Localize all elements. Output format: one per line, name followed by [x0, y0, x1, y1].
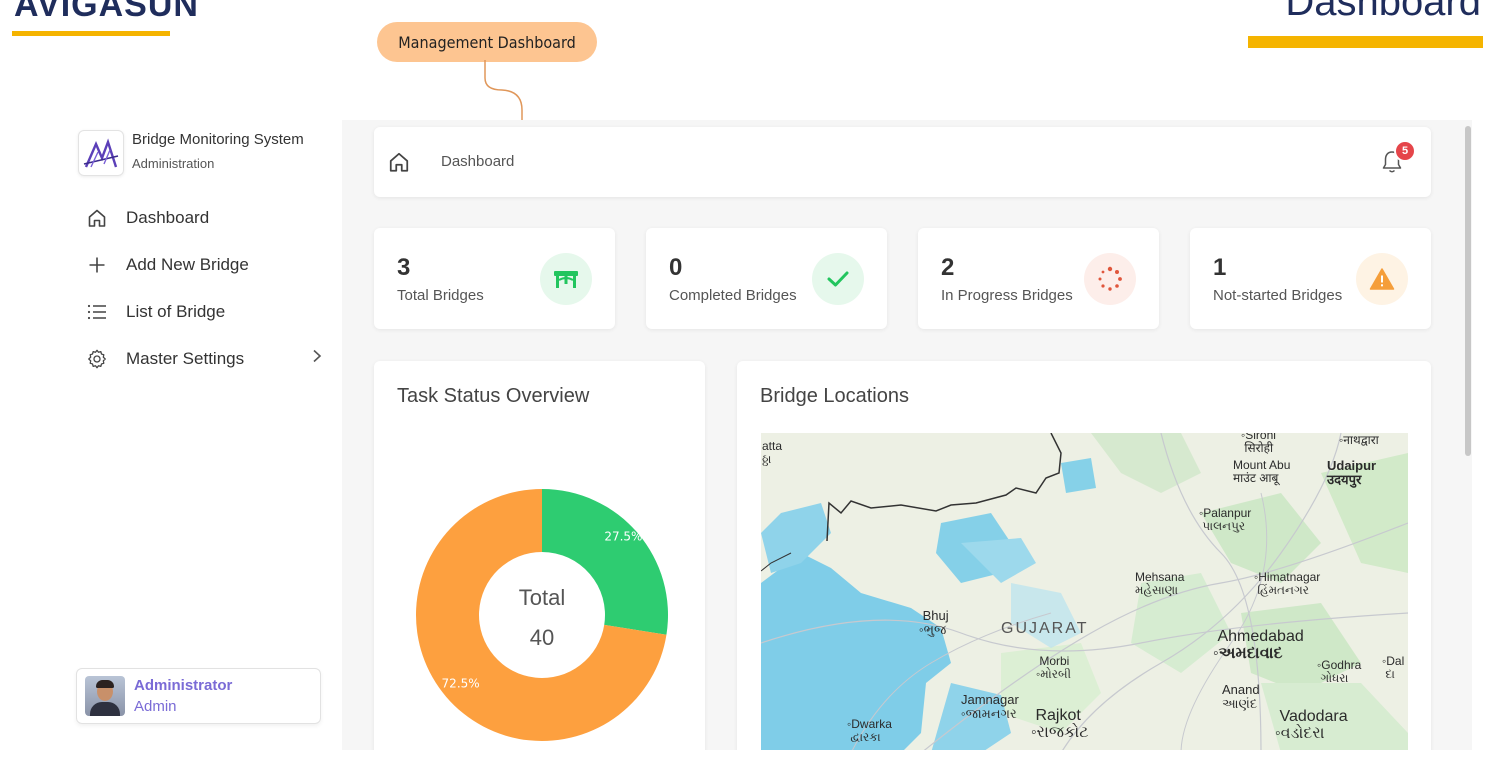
donut-slice-completed[interactable] — [542, 489, 668, 635]
stat-card-in-progress-bridges[interactable]: 2 In Progress Bridges — [918, 228, 1159, 329]
stat-label: Not-started Bridges — [1213, 287, 1343, 304]
plus-icon — [86, 254, 108, 276]
map-place-local: મહેસાણા — [1135, 582, 1179, 597]
map-place-local: ભુજ — [923, 621, 947, 637]
stat-label: Completed Bridges — [669, 287, 797, 304]
map-place-local: ગોધરા — [1320, 670, 1349, 685]
callout-connector — [484, 60, 523, 122]
warning-icon — [1356, 253, 1408, 305]
check-icon — [812, 253, 864, 305]
top-bar: Dashboard 5 — [374, 127, 1431, 197]
notification-badge: 5 — [1394, 140, 1416, 162]
stat-card-completed-bridges[interactable]: 0 Completed Bridges — [646, 228, 887, 329]
heading-underline — [1248, 36, 1483, 48]
home-icon[interactable] — [388, 151, 410, 178]
donut-slice-label: 27.5% — [604, 529, 642, 543]
sidebar-item-label: List of Bridge — [126, 301, 226, 321]
map-place-local: नाथद्वारा — [1343, 433, 1379, 447]
donut-center-value: 40 — [530, 625, 554, 650]
map-place-name: Rajkot — [1035, 707, 1081, 724]
map-place-local: મોરબી — [1040, 666, 1072, 681]
map-place-local: વડોદરા — [1280, 724, 1325, 742]
sidebar-nav: Dashboard Add New Bridge List of Bridge … — [86, 194, 336, 382]
scrollbar[interactable] — [1465, 126, 1471, 456]
map-place-local: उदयपुर — [1327, 471, 1362, 487]
callout-label: Management Dashboard — [377, 22, 597, 62]
map-place-local: હિંમતનગર — [1257, 582, 1309, 597]
sidebar-item-label: Add New Bridge — [126, 254, 249, 274]
map-place-local: રાજકોટ — [1036, 723, 1089, 741]
map-region-label: GUJARAT — [1001, 620, 1089, 637]
panel-title: Task Status Overview — [397, 385, 590, 407]
brand-logo-text: AVIGASUN — [14, 0, 199, 24]
user-role: Admin — [134, 698, 177, 715]
logo-underline — [12, 31, 170, 36]
app-subtitle: Administration — [132, 156, 215, 171]
stat-card-total-bridges[interactable]: 3 Total Bridges — [374, 228, 615, 329]
breadcrumb[interactable]: Dashboard — [441, 153, 514, 170]
sidebar-item-dashboard[interactable]: Dashboard — [86, 194, 336, 241]
map-place-local: माउंट आबू — [1233, 470, 1279, 485]
stat-card-not-started-bridges[interactable]: 1 Not-started Bridges — [1190, 228, 1431, 329]
bridge-map[interactable]: atta ઠ્ઠા ◦Sirohi सिरोही ◦नाथद्वारा Mount… — [761, 433, 1408, 750]
main-content: Dashboard 5 3 Total Bridges 0 Completed … — [342, 120, 1472, 750]
avatar — [85, 676, 125, 716]
user-name: Administrator — [134, 677, 233, 694]
map-place-local: અમદાવાદ — [1218, 644, 1283, 662]
stat-value: 3 — [397, 254, 411, 281]
bridge-icon — [540, 253, 592, 305]
app-brand[interactable]: Bridge Monitoring System Administration — [78, 130, 304, 176]
sidebar-item-list-of-bridge[interactable]: List of Bridge — [86, 288, 336, 335]
spinner-icon — [1084, 253, 1136, 305]
sidebar-item-master-settings[interactable]: Master Settings — [86, 335, 336, 382]
map-place-local: જામનગર — [965, 705, 1017, 721]
map-place-name: Vadodara — [1279, 708, 1348, 725]
chevron-right-icon — [312, 349, 322, 368]
bridge-locations-panel: Bridge Locations atta ઠ્ઠા ◦Sirohi सिरोह… — [737, 361, 1431, 750]
panel-title: Bridge Locations — [760, 385, 909, 407]
map-place-local: દા — [1385, 666, 1395, 681]
map-place-local: ઠ્ઠા — [762, 451, 772, 466]
stat-label: In Progress Bridges — [941, 287, 1073, 304]
stat-value: 0 — [669, 254, 683, 281]
donut-slice-label: 72.5% — [442, 677, 480, 691]
map-place-name: Ahmedabad — [1217, 628, 1304, 645]
donut-center-label: Total — [519, 585, 565, 610]
map-place-local: દ્વારકા — [850, 729, 881, 744]
stat-value: 2 — [941, 254, 955, 281]
gear-icon — [86, 348, 108, 370]
stat-value: 1 — [1213, 254, 1227, 281]
user-profile-card[interactable]: Administrator Admin — [76, 668, 321, 724]
sidebar-item-label: Dashboard — [126, 207, 210, 227]
map-place-local: सिरोही — [1244, 440, 1274, 455]
task-status-panel: Task Status Overview 27.5% 72.5% Total 40 — [374, 361, 705, 750]
map-place-local: પાલનપુર — [1202, 518, 1246, 533]
sidebar-item-label: Master Settings — [126, 348, 245, 368]
app-name: Bridge Monitoring System — [132, 131, 304, 148]
donut-chart: 27.5% 72.5% Total 40 — [414, 487, 670, 748]
slide-heading: Dashboard — [1285, 0, 1481, 24]
app-logo-icon — [78, 130, 124, 176]
sidebar-item-add-new-bridge[interactable]: Add New Bridge — [86, 241, 336, 288]
map-place-local: આણંદ — [1222, 695, 1258, 711]
sidebar: Bridge Monitoring System Administration … — [70, 120, 342, 750]
stat-label: Total Bridges — [397, 287, 484, 304]
home-icon — [86, 207, 108, 229]
list-icon — [86, 301, 108, 323]
